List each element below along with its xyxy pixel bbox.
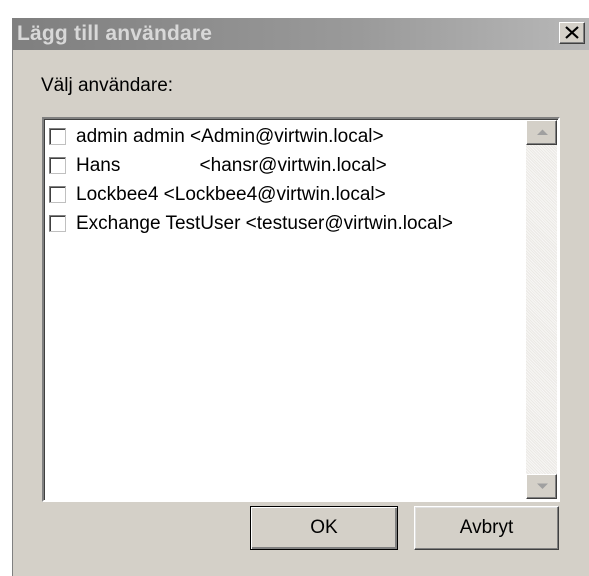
scroll-down-arrow-icon xyxy=(537,483,548,489)
add-user-dialog: Lägg till användare Välj användare: admi… xyxy=(12,18,589,576)
user-listbox[interactable]: admin admin <Admin@virtwin.local> Hans <… xyxy=(42,117,560,502)
user-checkbox[interactable] xyxy=(49,186,66,203)
user-checkbox[interactable] xyxy=(49,128,66,145)
dialog-title: Lägg till användare xyxy=(17,22,213,45)
vertical-scrollbar[interactable] xyxy=(526,120,557,499)
user-label: Lockbee4 <Lockbee4@virtwin.local> xyxy=(76,183,386,205)
ok-button[interactable]: OK xyxy=(250,506,398,550)
scroll-up-arrow-icon xyxy=(537,129,548,135)
title-bar[interactable]: Lägg till användare xyxy=(13,18,589,50)
close-icon xyxy=(565,26,579,39)
user-list: admin admin <Admin@virtwin.local> Hans <… xyxy=(49,122,525,238)
scroll-up-button[interactable] xyxy=(526,120,557,145)
select-users-label: Välj användare: xyxy=(41,75,174,96)
list-item[interactable]: admin admin <Admin@virtwin.local> xyxy=(49,122,525,151)
list-item[interactable]: Lockbee4 <Lockbee4@virtwin.local> xyxy=(49,180,525,209)
cancel-button[interactable]: Avbryt xyxy=(414,506,559,550)
user-checkbox[interactable] xyxy=(49,157,66,174)
user-label: Exchange TestUser <testuser@virtwin.loca… xyxy=(76,212,453,234)
list-item[interactable]: Exchange TestUser <testuser@virtwin.loca… xyxy=(49,209,525,238)
user-checkbox[interactable] xyxy=(49,215,66,232)
list-item[interactable]: Hans <hansr@virtwin.local> xyxy=(49,151,525,180)
user-label: admin admin <Admin@virtwin.local> xyxy=(76,125,384,147)
user-label: Hans <hansr@virtwin.local> xyxy=(76,154,387,176)
scroll-down-button[interactable] xyxy=(526,474,557,499)
close-button[interactable] xyxy=(559,22,585,44)
